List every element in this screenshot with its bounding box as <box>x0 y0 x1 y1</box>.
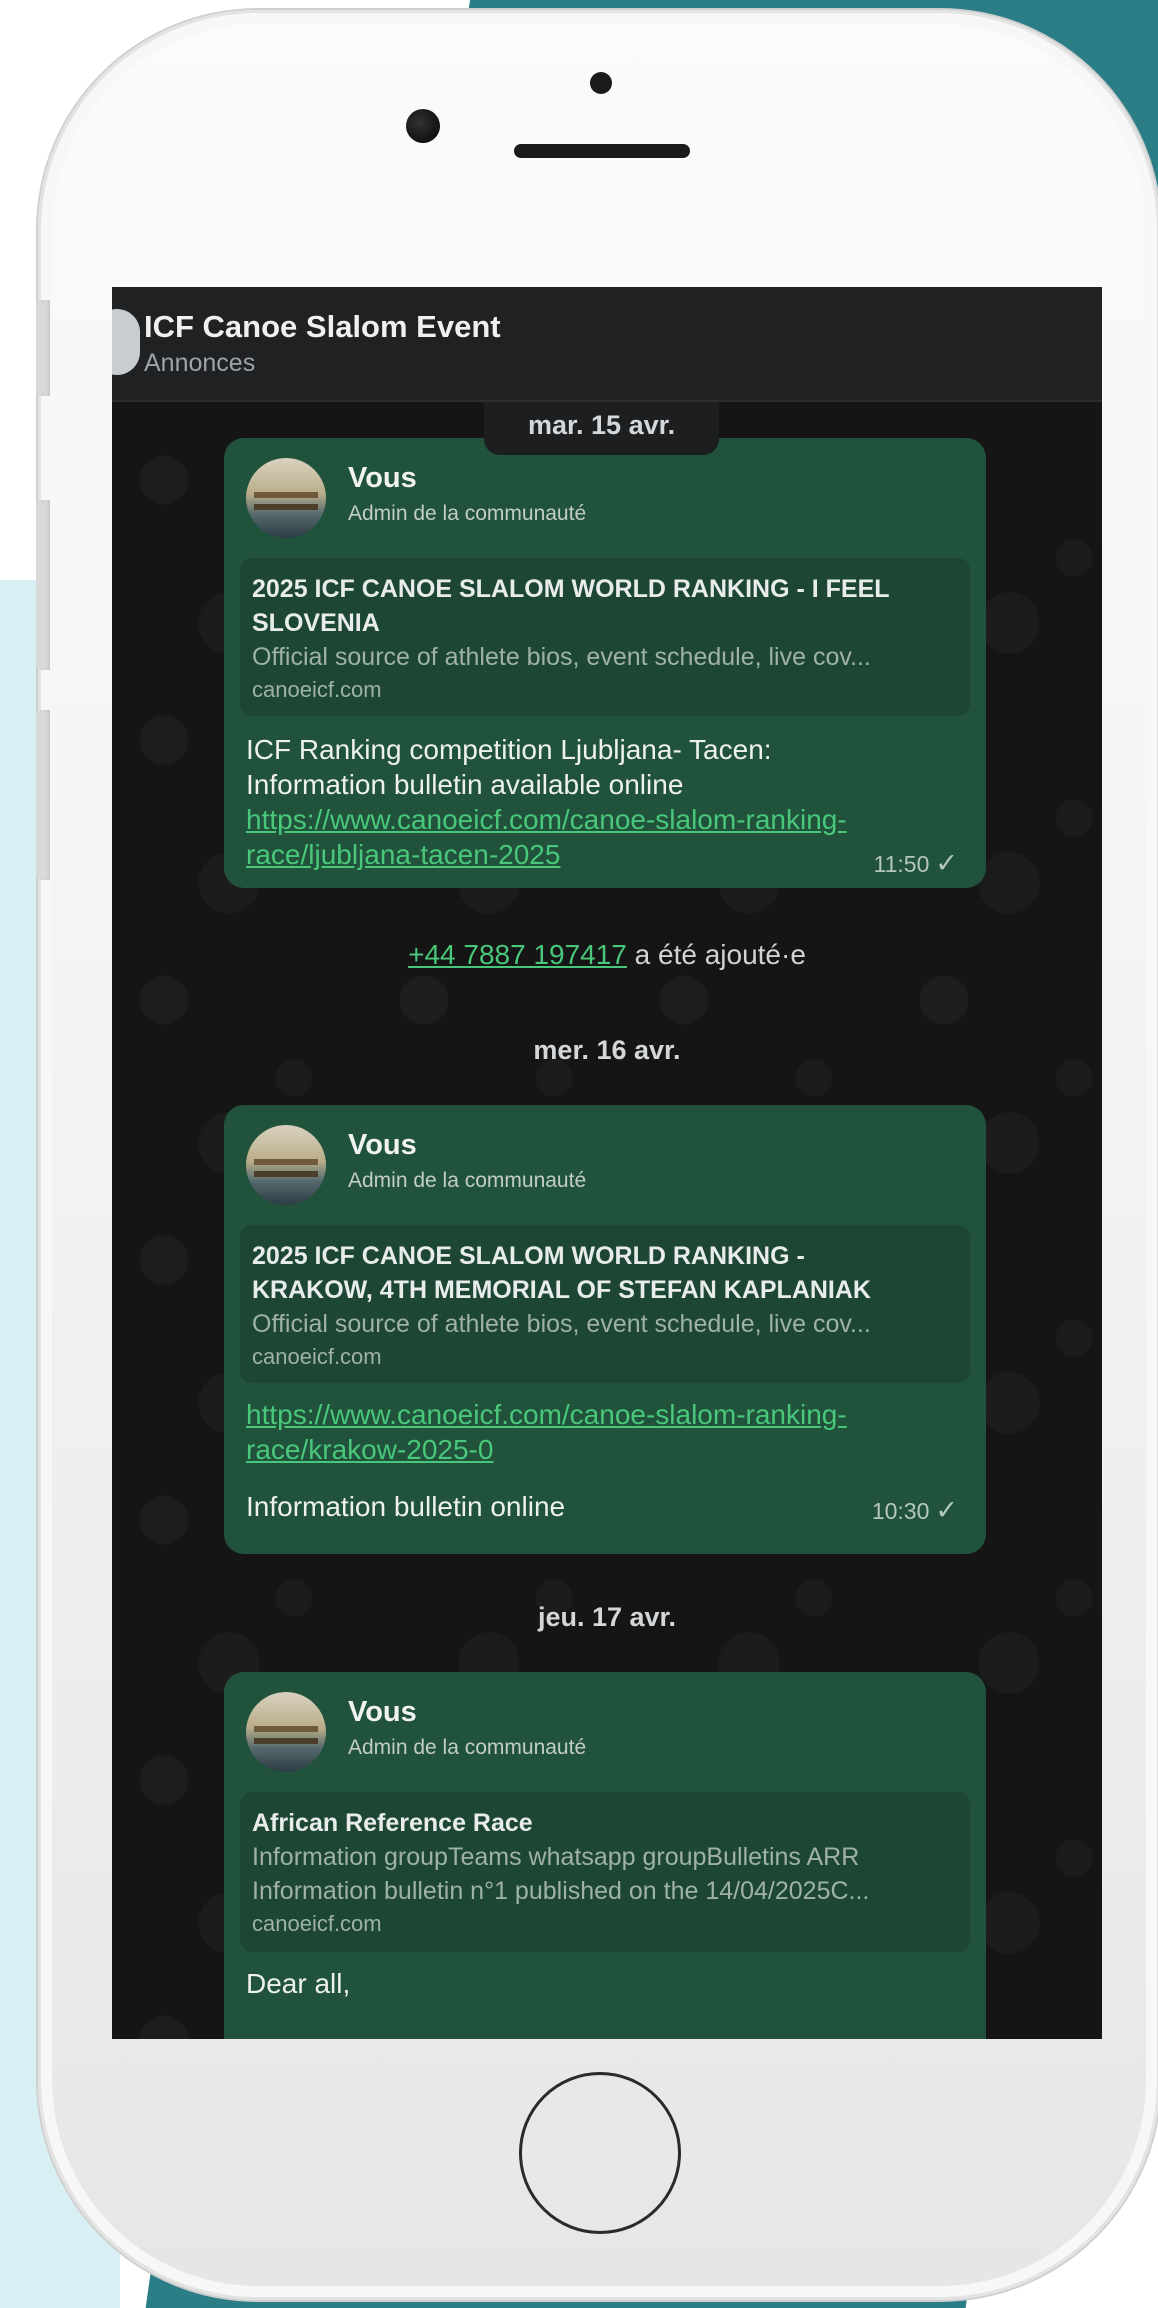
message-bubble[interactable]: Vous Admin de la communauté 2025 ICF CAN… <box>224 1105 986 1554</box>
link-preview-domain: canoeicf.com <box>252 1911 382 1936</box>
message-sender: Vous <box>348 1696 417 1728</box>
chat-header[interactable]: ICF Canoe Slalom Event Annonces <box>112 287 1102 402</box>
link-preview-title: SLOVENIA <box>252 609 380 637</box>
message-sender-role: Admin de la communauté <box>348 1169 587 1192</box>
link-preview-title: African Reference Race <box>252 1809 533 1837</box>
link-preview-title: 2025 ICF CANOE SLALOM WORLD RANKING - I … <box>252 575 890 603</box>
message-text-line: Information bulletin available online <box>246 769 684 800</box>
phone-front-camera <box>406 109 440 143</box>
link-preview-description: Official source of athlete bios, event s… <box>252 1310 871 1338</box>
phone-sensor <box>590 72 612 94</box>
message-sender: Vous <box>348 462 417 494</box>
phone-volume-up-button <box>36 500 50 670</box>
phone-volume-down-button <box>36 710 50 880</box>
link-preview-card[interactable]: 2025 ICF CANOE SLALOM WORLD RANKING - I … <box>240 558 970 716</box>
message-time: 11:50 <box>873 851 930 877</box>
chat-subtitle: Annonces <box>144 349 256 377</box>
message-bubble[interactable]: Vous Admin de la communauté African Refe… <box>224 1672 986 2039</box>
link-preview-domain: canoeicf.com <box>252 1344 382 1369</box>
phone-silent-switch <box>36 300 50 396</box>
added-phone-link[interactable]: +44 7887 197417 <box>408 939 627 970</box>
phone-screen: ICF Canoe Slalom Event Annonces Vous Adm… <box>112 287 1102 2039</box>
message-link[interactable]: https://www.canoeicf.com/canoe-slalom-ra… <box>246 1397 966 1432</box>
link-preview-title: KRAKOW, 4TH MEMORIAL OF STEFAN KAPLANIAK <box>252 1276 871 1304</box>
message-link[interactable]: race/krakow-2025-0 <box>246 1432 966 1467</box>
message-bubble[interactable]: Vous Admin de la communauté 2025 ICF CAN… <box>224 438 986 888</box>
message-list[interactable]: Vous Admin de la communauté 2025 ICF CAN… <box>112 402 1102 2039</box>
date-separator: mer. 16 avr. <box>533 1035 681 1065</box>
message-link[interactable]: https://www.canoeicf.com/canoe-slalom-ra… <box>246 802 966 837</box>
message-text: https://www.canoeicf.com/canoe-slalom-ra… <box>246 1397 966 1467</box>
message-timestamp: 10:30 ✓ <box>872 1495 958 1526</box>
message-text-line: Information bulletin online <box>246 1491 566 1522</box>
link-preview-description: Official source of athlete bios, event s… <box>252 643 871 671</box>
message-time: 10:30 <box>871 1498 930 1524</box>
link-preview-description: Information bulletin n°1 published on th… <box>252 1877 870 1905</box>
message-text-line: ICF Ranking competition Ljubljana- Tacen… <box>246 734 772 765</box>
avatar <box>246 1692 326 1772</box>
phone-speaker <box>514 144 690 158</box>
system-message-text: a été ajouté·e <box>626 939 806 970</box>
link-preview-title: 2025 ICF CANOE SLALOM WORLD RANKING - <box>252 1242 805 1270</box>
link-preview-domain: canoeicf.com <box>252 677 382 702</box>
link-preview-card[interactable]: 2025 ICF CANOE SLALOM WORLD RANKING - KR… <box>240 1225 970 1383</box>
group-avatar[interactable] <box>112 309 140 375</box>
system-message: +44 7887 197417 a été ajouté·e <box>112 939 1102 971</box>
sent-check-icon: ✓ <box>935 1495 958 1525</box>
sent-check-icon: ✓ <box>935 848 958 878</box>
message-link[interactable]: race/ljubljana-tacen-2025 <box>246 837 966 872</box>
phone-home-button[interactable] <box>519 2072 681 2234</box>
avatar <box>246 1125 326 1205</box>
date-separator: jeu. 17 avr. <box>537 1602 677 1632</box>
link-preview-description: Information groupTeams whatsapp groupBul… <box>252 1843 860 1871</box>
message-timestamp: 11:50 ✓ <box>874 848 958 879</box>
link-preview-card[interactable]: African Reference Race Information group… <box>240 1792 970 1952</box>
message-text-line: Dear all, <box>246 1968 351 1999</box>
message-sender-role: Admin de la communauté <box>348 502 587 525</box>
message-sender: Vous <box>348 1129 417 1161</box>
date-separator: mar. 15 avr. <box>484 402 720 455</box>
message-text: ICF Ranking competition Ljubljana- Tacen… <box>246 732 966 872</box>
chat-title: ICF Canoe Slalom Event <box>144 309 501 344</box>
message-sender-role: Admin de la communauté <box>348 1736 587 1759</box>
avatar <box>246 458 326 538</box>
